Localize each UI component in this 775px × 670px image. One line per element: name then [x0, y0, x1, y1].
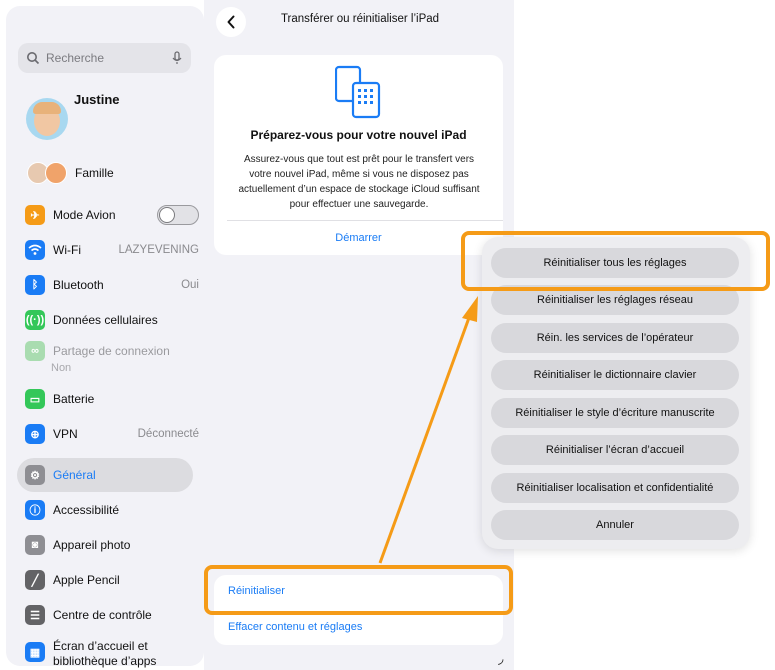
- sidebar-item-accessibilite[interactable]: ⓘ Accessibilité: [25, 496, 199, 524]
- search-field[interactable]: Recherche: [18, 43, 191, 73]
- home-screen-icon: ▦: [25, 642, 45, 662]
- reset-handwriting-style-button[interactable]: Réinitialiser le style d’écriture manusc…: [491, 398, 739, 428]
- sidebar-item-label: Apple Pencil: [53, 573, 120, 587]
- prepare-ipad-card: Préparez-vous pour votre nouvel iPad Ass…: [214, 55, 503, 255]
- camera-icon: ◙: [25, 535, 45, 555]
- sidebar-item-bluetooth[interactable]: ᛒ Bluetooth Oui: [25, 271, 199, 299]
- sidebar-item-label: Données cellulaires: [53, 313, 158, 327]
- back-button[interactable]: [216, 7, 246, 37]
- search-placeholder: Recherche: [46, 51, 105, 65]
- sidebar-item-label: Centre de contrôle: [53, 608, 152, 622]
- reset-home-screen-button[interactable]: Réinitialiser l’écran d’accueil: [491, 435, 739, 465]
- sidebar-item-label: Wi-Fi: [53, 243, 81, 257]
- chevron-left-icon: [227, 15, 235, 29]
- microphone-icon[interactable]: [171, 51, 183, 65]
- sidebar-item-general[interactable]: ⚙ Général: [25, 461, 199, 489]
- profile-avatar-button[interactable]: [26, 98, 68, 140]
- wifi-icon: [25, 240, 45, 260]
- bluetooth-icon: ᛒ: [25, 275, 45, 295]
- sidebar-item-label: Écran d’accueil et bibliothèque d’apps: [53, 639, 157, 668]
- airplane-icon: ✈: [25, 205, 45, 225]
- sidebar-item-label: Mode Avion: [53, 208, 116, 222]
- reset-location-privacy-button[interactable]: Réinitialiser localisation et confidenti…: [491, 473, 739, 503]
- avatar: [26, 98, 68, 140]
- sidebar-item-label: Appareil photo: [53, 538, 131, 552]
- cancel-button[interactable]: Annuler: [491, 510, 739, 540]
- sidebar-item-label: Famille: [75, 166, 114, 180]
- sidebar-item-appareil-photo[interactable]: ◙ Appareil photo: [25, 531, 199, 559]
- reset-keyboard-dictionary-button[interactable]: Réinitialiser le dictionnaire clavier: [491, 360, 739, 390]
- profile-name: Justine: [74, 92, 120, 107]
- highlight-box-reset-all-settings: [461, 231, 770, 291]
- sidebar-item-partage-de-connexion[interactable]: ∞ Partage de connexion: [25, 337, 199, 365]
- bluetooth-status-value: Oui: [181, 279, 199, 291]
- toggles-icon: ☰: [25, 605, 45, 625]
- sidebar-item-label: Batterie: [53, 392, 95, 406]
- sidebar-item-vpn[interactable]: ⊕ VPN Déconnecté: [25, 420, 199, 448]
- ipad-transfer-icon: [335, 65, 381, 119]
- search-icon: [27, 52, 40, 65]
- hotspot-status-value: Non: [51, 362, 72, 374]
- airplane-mode-toggle[interactable]: [157, 205, 199, 225]
- sidebar-item-ecran-accueil[interactable]: ▦ Écran d’accueil et bibliothèque d’apps: [25, 638, 199, 670]
- sidebar-item-mode-avion[interactable]: ✈ Mode Avion: [25, 201, 199, 229]
- pencil-icon: ╱: [25, 570, 45, 590]
- sidebar-item-wifi[interactable]: Wi-Fi LAZYEVENING: [25, 236, 199, 264]
- vpn-globe-icon: ⊕: [25, 424, 45, 444]
- sidebar-item-batterie[interactable]: ▭ Batterie: [25, 385, 199, 413]
- vpn-status-value: Déconnecté: [137, 428, 199, 440]
- sidebar-item-apple-pencil[interactable]: ╱ Apple Pencil: [25, 566, 199, 594]
- highlight-box-reset: [204, 565, 513, 615]
- divider: [227, 220, 503, 221]
- sidebar-item-donnees-cellulaires[interactable]: ((·)) Données cellulaires: [25, 306, 199, 334]
- reset-carrier-services-button[interactable]: Réin. les services de l’opérateur: [491, 323, 739, 353]
- sidebar-item-famille[interactable]: Famille: [27, 162, 114, 184]
- family-member-avatar: [45, 162, 67, 184]
- accessibility-icon: ⓘ: [25, 500, 45, 520]
- sidebar-item-label: VPN: [53, 427, 78, 441]
- page-title: Transférer ou réinitialiser l’iPad: [280, 13, 440, 25]
- sidebar-item-label: Accessibilité: [53, 503, 120, 517]
- sidebar-item-label: Général: [53, 468, 96, 482]
- sidebar-item-centre-de-controle[interactable]: ☰ Centre de contrôle: [25, 601, 199, 629]
- hotspot-icon: ∞: [25, 341, 45, 361]
- gear-icon: ⚙: [25, 465, 45, 485]
- card-heading: Préparez-vous pour votre nouvel iPad: [250, 128, 467, 142]
- erase-all-content-button[interactable]: Effacer contenu et réglages: [228, 621, 362, 633]
- sidebar-item-label: Partage de connexion: [53, 344, 170, 358]
- wifi-network-value: LAZYEVENING: [118, 244, 199, 256]
- antenna-icon: ((·)): [25, 310, 45, 330]
- card-description: Assurez-vous que tout est prêt pour le t…: [238, 154, 480, 210]
- start-button[interactable]: Démarrer: [214, 232, 503, 244]
- resize-corner-icon: ◞: [498, 650, 504, 666]
- battery-icon: ▭: [25, 389, 45, 409]
- sidebar-item-label: Bluetooth: [53, 278, 104, 292]
